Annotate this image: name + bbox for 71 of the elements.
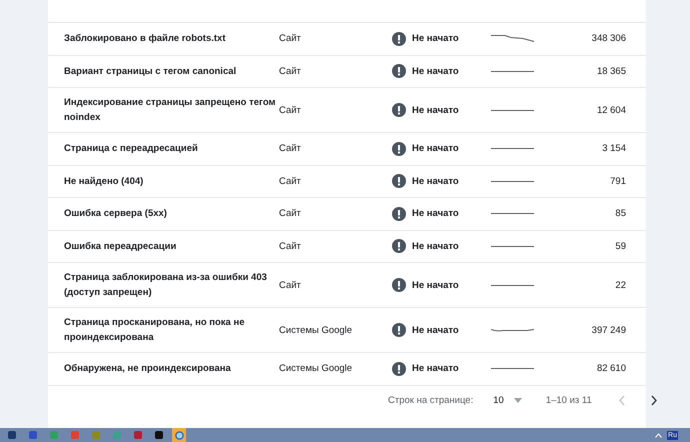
status-cell-text: Не начато [412,208,460,220]
reason-cell-text: Обнаружена, не проиндексирована [64,362,232,376]
exclamation-icon [392,64,406,78]
reason-cell-text: Индексирование страницы запрещено тегом noindex [64,96,277,125]
source-cell-text: Системы Google [279,324,354,336]
app-icon[interactable] [155,431,163,439]
app-icon[interactable] [29,431,37,439]
source-cell-text: Системы Google [279,363,354,374]
exclamation-icon [392,206,406,221]
chevron-right-icon [650,395,658,406]
reason-cell-text: Страница заблокирована из-за ошибки 403 (доступ запрещен) [64,271,268,300]
source-cell-text: Сайт [279,33,302,44]
exclamation-icon [392,142,406,156]
reason-cell-text: Вариант страницы с тегом canonical [64,64,238,79]
status-cell-text: Не начато [412,143,460,154]
exclamation-icon [392,278,406,292]
status-cell-text: Не начато [412,280,460,290]
trend-sparkline [491,246,535,247]
exclamation-icon [392,323,406,337]
trend-sparkline [491,148,535,150]
trend-sparkline [491,328,535,332]
status-cell-text: Не начато [412,240,460,252]
pages-cell-text: 12 604 [596,104,626,116]
source-cell-text: Сайт [279,143,302,154]
exclamation-icon [392,362,406,376]
status-cell-text: Не начато [412,363,460,374]
status-cell-text: Не начато [412,176,460,187]
pages-cell-text: 348 306 [590,33,626,44]
source-cell-text: Сайт [279,280,302,290]
exclamation-icon [392,239,406,254]
reason-cell-text: Страница просканирована, но пока не проиндексирована [64,316,246,345]
app-icon[interactable] [172,428,186,442]
source-cell-text: Сайт [279,66,302,77]
reason-cell-text: Страница с переадресацией [64,142,199,156]
trend-sparkline [491,35,535,42]
source-cell-text: Сайт [279,104,302,116]
status-cell-text: Не начато [412,324,460,336]
reason-cell-text: Ошибка переадресации [64,240,178,254]
chevron-left-icon [618,395,626,406]
app-icon[interactable] [134,431,142,439]
trend-sparkline [491,284,535,286]
pages-cell-text: 82 610 [596,363,626,374]
pages-cell-text: 791 [609,176,626,187]
rows-per-page-label: Строк на странице: [388,395,474,406]
pages-cell-text: 397 249 [590,324,626,336]
pages-cell-text: 22 [614,280,626,290]
page-range: 1–10 из 11 [546,395,592,406]
status-cell-text: Не начато [412,66,460,77]
trend-sparkline [491,180,535,182]
reason-cell-text: Не найдено (404) [64,174,144,189]
pages-cell-text: 59 [614,240,626,252]
app-icon[interactable] [8,431,16,439]
exclamation-icon [392,32,406,46]
chevron-up-icon[interactable] [655,432,662,438]
rows-per-page-select[interactable]: 10 [493,395,522,406]
caret-icon [514,398,522,403]
exclamation-icon [392,174,406,188]
pages-cell-text: 85 [614,208,626,220]
reason-cell-text: Заблокировано в файле robots.txt [64,32,227,46]
source-cell-text: Сайт [279,176,302,187]
trend-sparkline [491,213,535,214]
status-cell-text: Не начато [412,33,460,44]
pages-cell-text: 18 365 [596,66,626,77]
reason-cell-text: Ошибка сервера (5xx) [64,207,168,222]
trend-sparkline [491,368,535,370]
source-cell-text: Сайт [279,208,302,220]
pages-cell-text: 3 154 [601,143,626,154]
source-cell-text: Сайт [279,240,302,252]
exclamation-icon [392,103,406,117]
trend-sparkline [491,70,535,72]
status-cell-text: Не начато [412,104,460,116]
